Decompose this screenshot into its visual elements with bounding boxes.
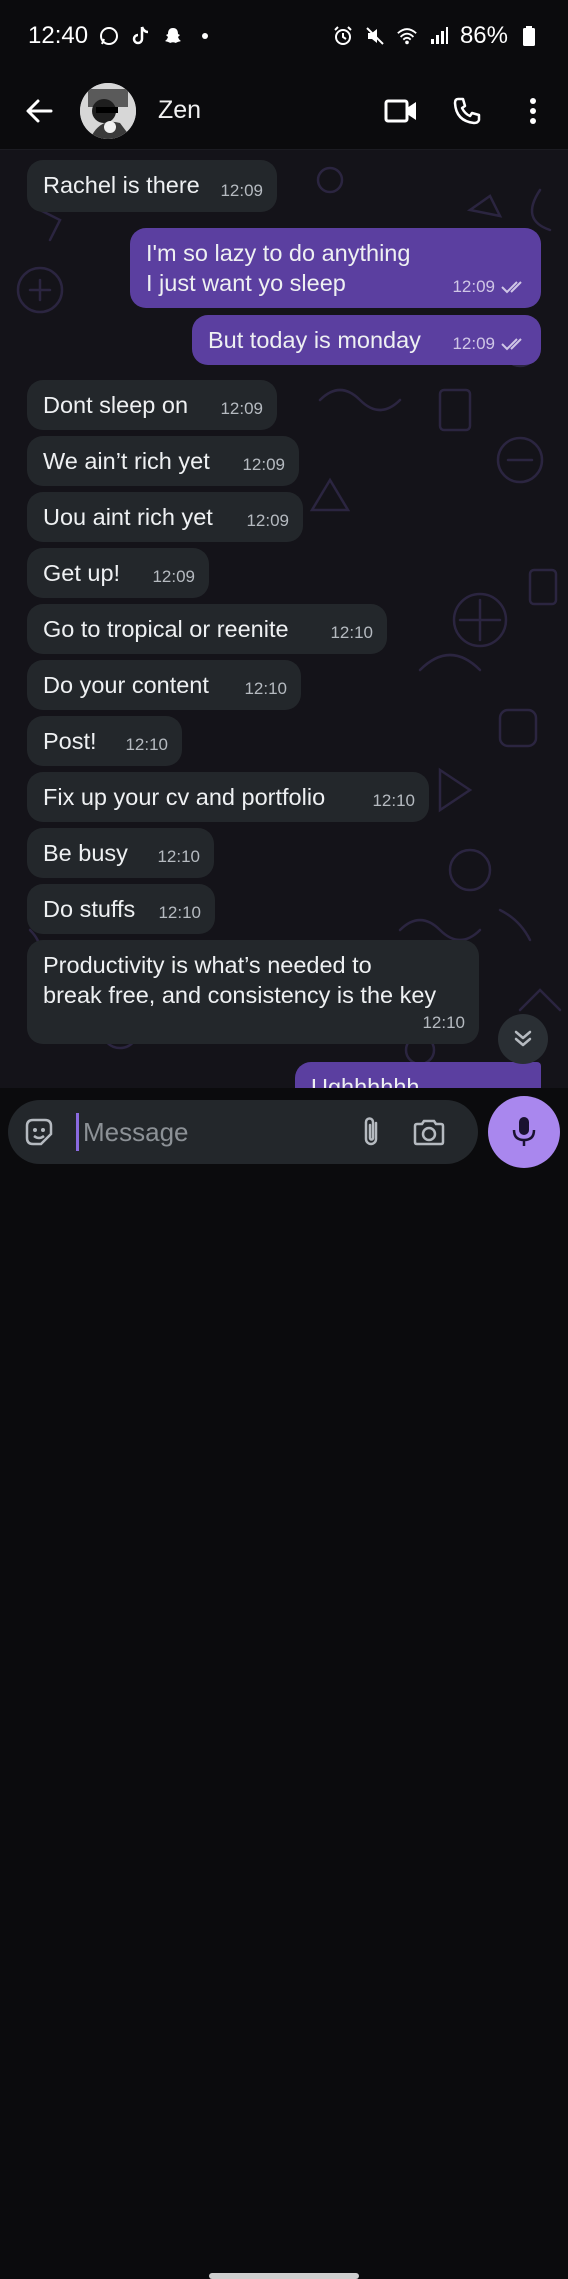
message-time: 12:09 xyxy=(242,455,285,474)
message-bubble[interactable]: Post! 12:10 xyxy=(27,716,182,766)
camera-icon xyxy=(413,1119,445,1146)
text-caret xyxy=(76,1113,79,1151)
message-time: 12:10 xyxy=(157,847,200,866)
message-bubble[interactable]: But today is monday 12:09 xyxy=(192,315,541,365)
message-time: 12:09 xyxy=(246,511,289,530)
message-text: Go to tropical or reenite xyxy=(43,616,289,642)
message-bubble[interactable]: Go to tropical or reenite 12:10 xyxy=(27,604,387,654)
voice-record-button[interactable] xyxy=(488,1096,560,1168)
message-bubble[interactable]: Productivity is what’s needed to break f… xyxy=(27,940,479,1044)
chevron-double-down-icon xyxy=(514,1030,532,1047)
message-time: 12:10 xyxy=(244,679,287,698)
status-right: 86% xyxy=(332,22,540,50)
tiktok-icon xyxy=(130,25,152,47)
paperclip-icon xyxy=(364,1117,378,1146)
status-bar: 12:40 86% xyxy=(0,0,568,72)
message-bubble[interactable]: Ughhhhhh xyxy=(295,1062,541,1090)
home-gesture-bar[interactable] xyxy=(209,2273,359,2279)
clock: 12:40 xyxy=(28,22,89,49)
message-input-pill[interactable] xyxy=(8,1100,478,1164)
more-options-button[interactable] xyxy=(500,78,566,144)
voice-call-button[interactable] xyxy=(434,78,500,144)
message-bubble[interactable]: Be busy 12:10 xyxy=(27,828,214,878)
message-bubble[interactable]: Get up! 12:09 xyxy=(27,548,209,598)
message-time: 12:10 xyxy=(158,903,201,922)
microphone-icon xyxy=(512,1117,536,1146)
dot-icon xyxy=(194,25,216,47)
battery-icon xyxy=(518,25,540,47)
avatar[interactable] xyxy=(80,82,136,139)
message-bubble[interactable]: Fix up your cv and portfolio 12:10 xyxy=(27,772,429,822)
status-left: 12:40 xyxy=(28,22,216,50)
scroll-to-bottom-button[interactable] xyxy=(498,1014,548,1064)
arrow-left-icon xyxy=(26,99,53,122)
message-bubble[interactable]: Rachel is there 12:09 xyxy=(27,160,277,212)
message-composer xyxy=(0,1088,568,2279)
message-time: 12:10 xyxy=(372,791,415,810)
message-input[interactable] xyxy=(81,1115,335,1149)
message-bubble[interactable]: We ain’t rich yet 12:09 xyxy=(27,436,299,486)
chat-area[interactable]: Rachel is there 12:09 I'm so lazy to do … xyxy=(0,150,568,1090)
message-text: Productivity is what’s needed to break f… xyxy=(43,952,437,1008)
battery-percent: 86% xyxy=(459,22,508,49)
avatar-image xyxy=(80,82,136,139)
message-bubble[interactable]: Dont sleep on 12:09 xyxy=(27,380,277,430)
message-bubble[interactable]: I'm so lazy to do anything I just want y… xyxy=(130,228,541,308)
signal-icon xyxy=(428,25,450,47)
message-bubble[interactable]: Do stuffs 12:10 xyxy=(27,884,215,934)
attach-button[interactable] xyxy=(343,1100,399,1164)
alarm-icon xyxy=(332,25,354,47)
message-bubble[interactable]: Do your content 12:10 xyxy=(27,660,301,710)
chat-header: Zen xyxy=(0,72,568,150)
message-text: Fix up your cv and portfolio xyxy=(43,784,326,810)
camera-button[interactable] xyxy=(399,1100,459,1164)
contact-name[interactable]: Zen xyxy=(158,96,368,125)
message-time: 12:10 xyxy=(125,735,168,754)
whatsapp-icon xyxy=(98,25,120,47)
message-time: 12:09 xyxy=(220,399,263,418)
back-button[interactable] xyxy=(4,76,74,146)
emoji-sticker-icon xyxy=(25,1118,53,1146)
message-time: 12:09 xyxy=(152,567,195,586)
emoji-button[interactable] xyxy=(8,1100,70,1164)
wifi-icon xyxy=(396,25,418,47)
message-time: 12:09 xyxy=(220,181,263,200)
video-call-button[interactable] xyxy=(368,78,434,144)
message-time: 12:10 xyxy=(330,623,373,642)
more-vert-icon xyxy=(530,97,536,124)
phone-icon xyxy=(453,97,481,124)
snapchat-icon xyxy=(162,25,184,47)
message-bubble[interactable]: Uou aint rich yet 12:09 xyxy=(27,492,303,542)
mute-icon xyxy=(364,25,386,47)
video-camera-icon xyxy=(384,99,416,122)
double-check-icon xyxy=(501,338,522,351)
message-time: 12:09 xyxy=(452,329,527,359)
double-check-icon xyxy=(501,281,522,294)
message-time: 12:10 xyxy=(422,1013,465,1032)
message-time: 12:09 xyxy=(452,272,527,302)
